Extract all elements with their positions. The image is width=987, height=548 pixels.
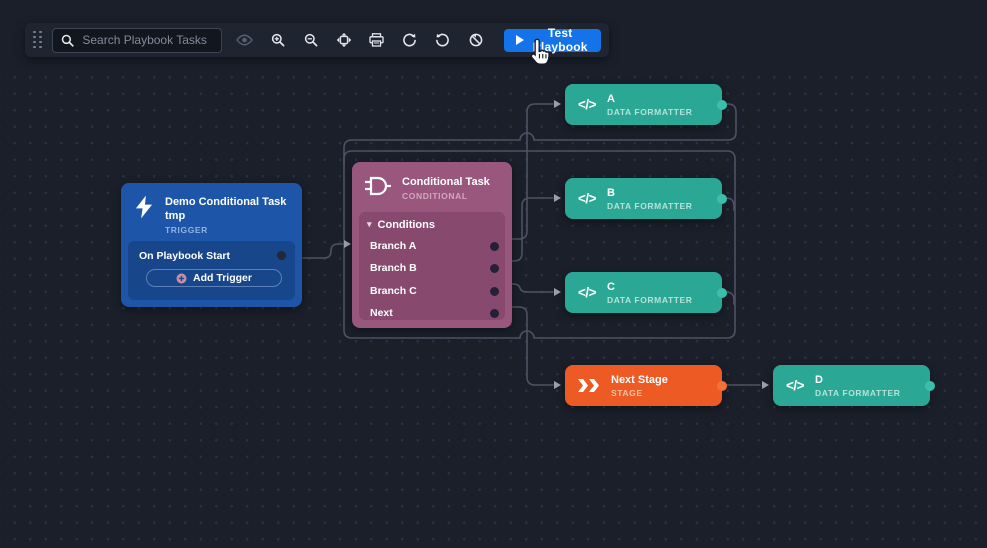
trigger-row-on-playbook-start[interactable]: On Playbook Start [128, 241, 295, 267]
plus-circle-icon [176, 273, 187, 284]
formatter-c-output-port[interactable] [717, 288, 727, 298]
conditions-panel: ▾ Conditions Branch A Branch B Branch C … [359, 212, 505, 320]
node-formatter-d[interactable]: </> D DATA FORMATTER [773, 365, 930, 406]
add-trigger-button[interactable]: Add Trigger [146, 269, 282, 287]
print-button[interactable] [360, 27, 393, 53]
code-icon: </> [578, 191, 596, 206]
next-label: Next [370, 307, 393, 319]
visibility-button[interactable] [228, 27, 261, 53]
conditions-collapse-header[interactable]: ▾ Conditions [359, 216, 505, 235]
node-formatter-b[interactable]: </> B DATA FORMATTER [565, 178, 722, 219]
formatter-d-output-port[interactable] [925, 381, 935, 391]
trigger-output-port[interactable] [277, 251, 286, 260]
branch-b-port[interactable] [490, 264, 499, 273]
formatter-a-type-label: DATA FORMATTER [607, 107, 693, 117]
toolbar-drag-handle[interactable] [33, 31, 43, 49]
formatter-d-type-label: DATA FORMATTER [815, 388, 901, 398]
zoom-out-button[interactable] [294, 27, 327, 53]
next-stage-type-label: STAGE [611, 388, 668, 398]
next-stage-title: Next Stage [611, 373, 668, 387]
trigger-title: Demo Conditional Task tmp [165, 195, 290, 223]
node-trigger[interactable]: Demo Conditional Task tmp TRIGGER On Pla… [121, 183, 302, 307]
trigger-body: On Playbook Start Add Trigger [128, 241, 295, 300]
code-icon: </> [578, 97, 596, 112]
lightning-icon [135, 195, 153, 219]
search-box[interactable] [52, 28, 222, 53]
formatter-d-title: D [815, 373, 901, 387]
branch-c-port[interactable] [490, 287, 499, 296]
formatter-b-title: B [607, 186, 693, 200]
condition-row-next[interactable]: Next [359, 302, 505, 324]
branch-c-label: Branch C [370, 285, 417, 297]
conditional-title: Conditional Task [402, 175, 490, 189]
branch-b-label: Branch B [370, 262, 417, 274]
undo-icon [435, 33, 450, 48]
trigger-type-label: TRIGGER [165, 225, 290, 235]
circle-slash-icon [469, 33, 483, 47]
eye-icon [236, 34, 253, 46]
zoom-in-button[interactable] [261, 27, 294, 53]
conditions-label: Conditions [378, 216, 435, 235]
node-next-stage[interactable]: Next Stage STAGE [565, 365, 722, 406]
redo-icon [402, 33, 417, 48]
trigger-row-label: On Playbook Start [139, 250, 230, 262]
condition-row-branch-b[interactable]: Branch B [359, 257, 505, 279]
branch-a-label: Branch A [370, 240, 416, 252]
formatter-a-output-port[interactable] [717, 100, 727, 110]
zoom-in-icon [271, 33, 285, 47]
formatter-b-type-label: DATA FORMATTER [607, 201, 693, 211]
node-formatter-a[interactable]: </> A DATA FORMATTER [565, 84, 722, 125]
search-icon [61, 34, 74, 47]
test-playbook-label: Test Playbook [531, 26, 589, 54]
redo-button[interactable] [393, 27, 426, 53]
undo-button[interactable] [426, 27, 459, 53]
condition-row-branch-a[interactable]: Branch A [359, 235, 505, 257]
branch-a-port[interactable] [490, 242, 499, 251]
plug-icon [365, 175, 391, 197]
node-conditional[interactable]: Conditional Task CONDITIONAL ▾ Condition… [352, 162, 512, 328]
playbook-toolbar: Test Playbook [25, 23, 609, 57]
next-stage-output-port[interactable] [717, 381, 727, 391]
formatter-b-output-port[interactable] [717, 194, 727, 204]
formatter-c-type-label: DATA FORMATTER [607, 295, 693, 305]
add-trigger-label: Add Trigger [193, 272, 252, 284]
toolbar-icons [228, 27, 492, 53]
search-input[interactable] [80, 32, 213, 48]
fit-view-button[interactable] [327, 27, 360, 53]
test-playbook-button[interactable]: Test Playbook [504, 29, 601, 52]
formatter-c-title: C [607, 280, 693, 294]
play-icon [516, 35, 524, 45]
formatter-a-title: A [607, 92, 693, 106]
chevron-down-icon: ▾ [367, 215, 372, 234]
playbook-canvas[interactable]: Test Playbook Demo Conditional Task tmp … [0, 0, 987, 548]
conditional-type-label: CONDITIONAL [402, 191, 490, 201]
zoom-out-icon [304, 33, 318, 47]
code-icon: </> [578, 285, 596, 300]
next-port[interactable] [490, 309, 499, 318]
node-formatter-c[interactable]: </> C DATA FORMATTER [565, 272, 722, 313]
wire-trigger-conditional [303, 244, 344, 258]
code-icon: </> [786, 378, 804, 393]
double-chevron-icon [578, 379, 600, 392]
fit-view-icon [336, 33, 352, 47]
condition-row-branch-c[interactable]: Branch C [359, 280, 505, 302]
disable-button[interactable] [459, 27, 492, 53]
printer-icon [369, 33, 384, 47]
